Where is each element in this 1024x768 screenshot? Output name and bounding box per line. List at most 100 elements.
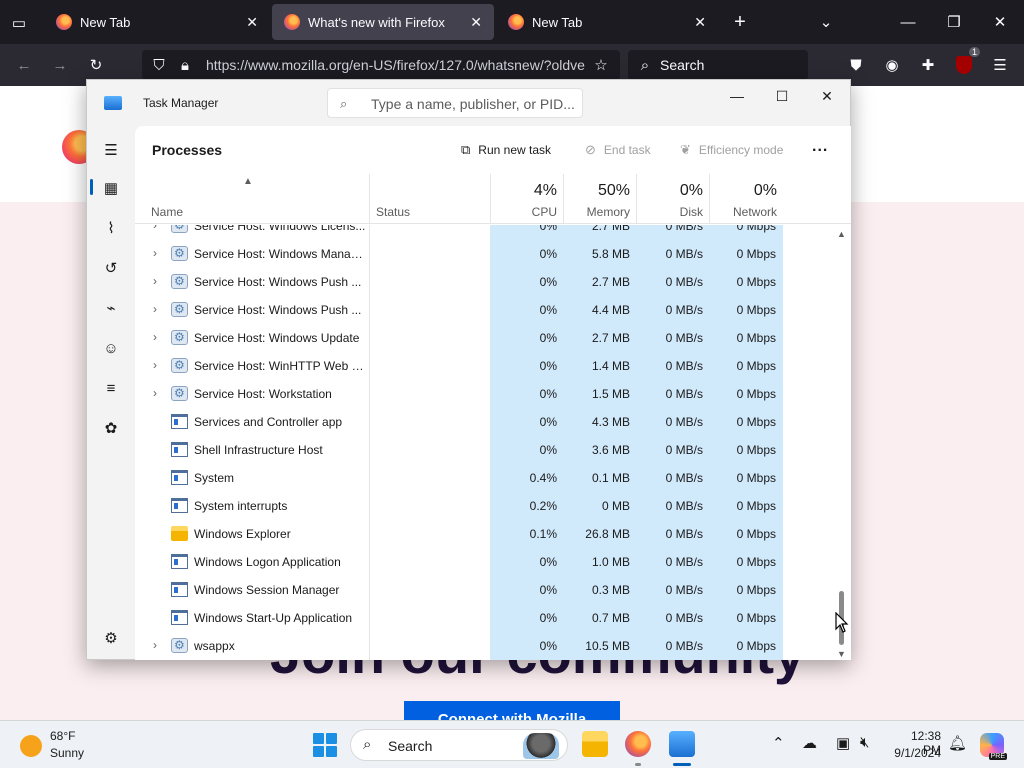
- pocket-icon[interactable]: ⛊: [844, 53, 868, 77]
- table-row[interactable]: › Service Host: WinHTTP Web P... 0% 1.4 MB 0…: [135, 352, 835, 380]
- minimize-icon[interactable]: —: [896, 10, 920, 34]
- table-row[interactable]: Windows Session Manager 0% 0.3 MB 0 MB/s 0 M…: [135, 576, 835, 604]
- table-row[interactable]: › Service Host: Windows Licens... 0% 2.7 MB…: [135, 225, 835, 240]
- start-button[interactable]: [313, 733, 337, 757]
- close-icon[interactable]: ✕: [804, 82, 850, 110]
- search-icon: ⌕: [340, 96, 348, 111]
- file-explorer-taskbar-icon[interactable]: [582, 731, 608, 757]
- expand-chevron-icon[interactable]: ›: [153, 274, 157, 288]
- tab-new-tab-1[interactable]: New Tab ✕: [44, 4, 270, 40]
- users-nav-icon[interactable]: ☺: [99, 336, 123, 360]
- show-hidden-icons-chevron-icon[interactable]: ⌃: [772, 734, 785, 752]
- app-window-icon: [171, 554, 188, 569]
- table-row[interactable]: Shell Infrastructure Host 0% 3.6 MB 0 MB/s 0…: [135, 436, 835, 464]
- task-manager-taskbar-icon[interactable]: [669, 731, 695, 757]
- tab-close-icon[interactable]: ✕: [246, 14, 258, 31]
- name-column-header[interactable]: ▲ Name: [135, 174, 369, 224]
- tab-new-tab-2[interactable]: New Tab ✕: [496, 4, 718, 40]
- network-icon[interactable]: ▣: [836, 734, 850, 752]
- end-task-button[interactable]: ⊘ End task: [585, 140, 651, 160]
- process-list-scrollbar[interactable]: ▲ ▼: [836, 225, 848, 660]
- menu-hamburger-icon[interactable]: ☰: [988, 53, 1012, 77]
- network-column-header[interactable]: 0% Network: [709, 174, 783, 224]
- expand-chevron-icon[interactable]: ›: [153, 246, 157, 260]
- tab-overview-icon[interactable]: ▭: [8, 12, 30, 34]
- table-row[interactable]: System interrupts 0.2% 0 MB 0 MB/s 0 Mbps: [135, 492, 835, 520]
- back-arrow-icon[interactable]: ←: [12, 53, 36, 77]
- bookmark-star-icon[interactable]: ☆: [592, 56, 610, 74]
- status-column-header[interactable]: Status: [369, 174, 490, 224]
- reload-icon[interactable]: ↻: [84, 53, 108, 77]
- tracking-protection-shield-icon[interactable]: ⛉: [150, 56, 168, 74]
- process-name: Windows Session Manager: [194, 583, 340, 597]
- table-row[interactable]: Windows Start-Up Application 0% 0.7 MB 0 MB…: [135, 604, 835, 632]
- process-search-input[interactable]: ⌕ Type a name, publisher, or PID...: [327, 88, 583, 118]
- new-tab-button[interactable]: +: [728, 10, 752, 34]
- tab-whats-new[interactable]: What's new with Firefox ✕: [272, 4, 494, 40]
- processes-nav-icon[interactable]: ▦: [99, 176, 123, 200]
- table-row[interactable]: › Service Host: Windows Manag... 0% 5.8 MB 0…: [135, 240, 835, 268]
- more-options-button[interactable]: ...: [812, 138, 828, 156]
- maximize-icon[interactable]: ☐: [759, 82, 805, 110]
- notification-bell-icon[interactable]: 🔔︎: [948, 734, 967, 752]
- copilot-pre-badge: PRE: [988, 753, 1007, 760]
- restore-icon[interactable]: ❐: [942, 10, 966, 34]
- firefox-taskbar-icon[interactable]: [625, 731, 651, 757]
- clock-date[interactable]: 9/1/2024: [891, 746, 941, 760]
- start-tile-icon: [313, 733, 324, 744]
- url-bar[interactable]: ⛉ 🔒︎ https://www.mozilla.org/en-US/firef…: [142, 50, 620, 80]
- disk-column-header[interactable]: 0% Disk: [636, 174, 709, 224]
- cpu-value: 0%: [539, 247, 557, 261]
- lock-icon[interactable]: 🔒︎: [176, 56, 194, 74]
- url-text[interactable]: https://www.mozilla.org/en-US/firefox/12…: [206, 57, 586, 73]
- services-nav-icon[interactable]: ✿: [99, 416, 123, 440]
- table-row[interactable]: Windows Explorer 0.1% 26.8 MB 0 MB/s 0 Mbps: [135, 520, 835, 548]
- hamburger-menu-icon[interactable]: ☰: [99, 138, 123, 162]
- list-all-tabs-icon[interactable]: ⌄: [814, 10, 838, 34]
- cpu-value: 0%: [539, 303, 557, 317]
- run-new-task-button[interactable]: ⧉ Run new task: [461, 140, 551, 160]
- efficiency-mode-button[interactable]: ❦ Efficiency mode: [680, 140, 783, 160]
- account-icon[interactable]: ◉: [880, 53, 904, 77]
- volume-muted-icon[interactable]: 🔇︎: [860, 734, 869, 751]
- expand-chevron-icon[interactable]: ›: [153, 225, 157, 232]
- search-bar[interactable]: ⌕ Search: [628, 50, 808, 80]
- taskbar-search-box[interactable]: ⌕ Search: [350, 729, 568, 761]
- scroll-down-arrow-icon[interactable]: ▼: [837, 649, 846, 659]
- settings-gear-icon[interactable]: ⚙: [99, 626, 123, 650]
- tab-close-icon[interactable]: ✕: [694, 14, 706, 31]
- process-name: Shell Infrastructure Host: [194, 443, 323, 457]
- expand-chevron-icon[interactable]: ›: [153, 358, 157, 372]
- forward-arrow-icon[interactable]: →: [48, 53, 72, 77]
- table-row[interactable]: › Service Host: Windows Push ... 0% 2.7 MB 0…: [135, 268, 835, 296]
- table-row[interactable]: › Service Host: Windows Push ... 0% 4.4 MB 0…: [135, 296, 835, 324]
- close-window-icon[interactable]: ✕: [988, 10, 1012, 34]
- table-row[interactable]: Services and Controller app 0% 4.3 MB 0 MB/…: [135, 408, 835, 436]
- expand-chevron-icon[interactable]: ›: [153, 386, 157, 400]
- cpu-column-header[interactable]: 4% CPU: [490, 174, 563, 224]
- onedrive-offline-icon[interactable]: ☁: [802, 734, 817, 752]
- expand-chevron-icon[interactable]: ›: [153, 330, 157, 344]
- performance-nav-icon[interactable]: ⌇: [99, 216, 123, 240]
- task-manager-titlebar[interactable]: Task Manager ⌕ Type a name, publisher, o…: [87, 80, 850, 126]
- memory-value: 0.1 MB: [591, 471, 630, 485]
- copilot-icon[interactable]: PRE: [980, 733, 1007, 760]
- app-history-nav-icon[interactable]: ↺: [99, 256, 123, 280]
- table-row[interactable]: › Service Host: Workstation 0% 1.5 MB 0 MB/s…: [135, 380, 835, 408]
- efficiency-mode-label: Efficiency mode: [698, 143, 784, 157]
- table-row[interactable]: › wsappx 0% 10.5 MB 0 MB/s 0 Mbps: [135, 632, 835, 660]
- expand-chevron-icon[interactable]: ›: [153, 302, 157, 316]
- minimize-icon[interactable]: —: [714, 82, 760, 110]
- extensions-icon[interactable]: ✚: [916, 53, 940, 77]
- expand-chevron-icon[interactable]: ›: [153, 638, 157, 652]
- memory-column-header[interactable]: 50% Memory: [563, 174, 636, 224]
- ublock-extension-icon[interactable]: 1: [952, 47, 980, 77]
- connect-with-mozilla-button[interactable]: Connect with Mozilla: [404, 701, 620, 720]
- table-row[interactable]: Windows Logon Application 0% 1.0 MB 0 MB/s 0…: [135, 548, 835, 576]
- details-nav-icon[interactable]: ≡: [99, 376, 123, 400]
- table-row[interactable]: System 0.4% 0.1 MB 0 MB/s 0 Mbps: [135, 464, 835, 492]
- scroll-up-arrow-icon[interactable]: ▲: [837, 229, 846, 239]
- tab-close-icon[interactable]: ✕: [470, 14, 482, 31]
- startup-apps-nav-icon[interactable]: ⌁: [99, 296, 123, 320]
- table-row[interactable]: › Service Host: Windows Update 0% 2.7 MB 0 M…: [135, 324, 835, 352]
